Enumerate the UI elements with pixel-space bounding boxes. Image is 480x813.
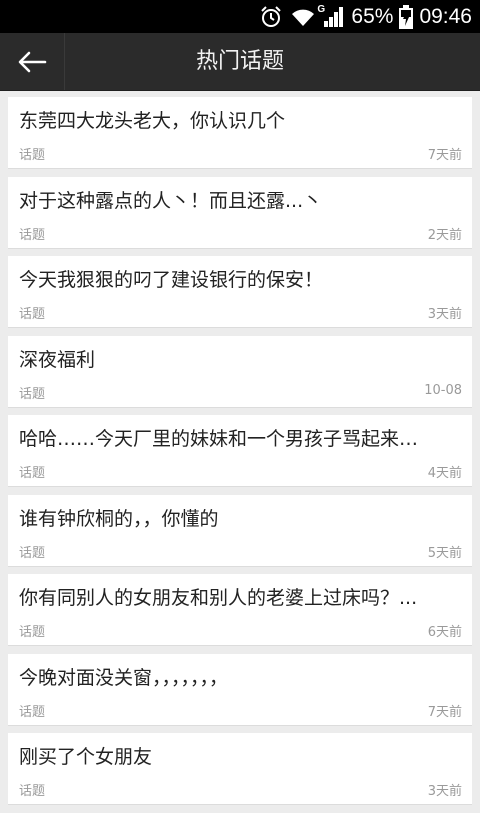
- topic-time: 3天前: [427, 307, 462, 322]
- status-time: 09:46: [419, 4, 472, 28]
- topic-title: 哈哈……今天厂里的妹妹和一个男孩子骂起来…: [19, 428, 419, 450]
- topic-time: 2天前: [427, 227, 462, 243]
- topic-tag: 话题: [19, 625, 46, 640]
- topic-time: 7天前: [427, 148, 462, 163]
- alarm-icon: [259, 5, 283, 29]
- topic-time: 5天前: [427, 545, 462, 561]
- topic-title: 你有同别人的女朋友和别人的老婆上过床吗？...: [19, 587, 418, 609]
- topic-item[interactable]: 深夜福利 话题 10-08: [8, 335, 472, 408]
- topic-item[interactable]: 谁有钟欣桐的，，你懂的 话题 5天前: [8, 494, 472, 567]
- battery-percent: 65%: [351, 4, 394, 28]
- topic-title: 对于这种露点的人丶！而且还露...丶: [19, 189, 323, 212]
- topic-item[interactable]: 哈哈……今天厂里的妹妹和一个男孩子骂起来… 话题 4天前: [8, 415, 472, 487]
- topic-tag: 话题: [19, 466, 46, 481]
- topic-tag: 话题: [19, 307, 46, 322]
- topic-tag: 话题: [19, 386, 46, 402]
- topic-time: 4天前: [427, 466, 462, 481]
- topic-title: 今晚对面没关窗，，，，，，，: [19, 666, 229, 689]
- topic-list: 东莞四大龙头老大，你认识几个 话题 7天前 对于这种露点的人丶！而且还露...丶…: [8, 97, 472, 813]
- battery-charging-icon: [399, 4, 414, 29]
- topic-title: 今天我狠狠的叼了建设银行的保安！: [19, 269, 324, 291]
- network-type-label: G: [317, 3, 326, 15]
- topic-time: 3天前: [427, 784, 462, 799]
- signal-icon: G: [317, 4, 345, 28]
- topic-title: 刚买了个女朋友: [19, 746, 153, 768]
- topic-tag: 话题: [19, 148, 46, 163]
- topic-item[interactable]: 对于这种露点的人丶！而且还露...丶 话题 2天前: [8, 176, 472, 249]
- topic-time: 7天前: [427, 704, 462, 720]
- topic-title: 东莞四大龙头老大，你认识几个: [19, 110, 286, 132]
- wifi-icon: [289, 6, 317, 28]
- topic-title: 深夜福利: [19, 348, 96, 371]
- topic-tag: 话题: [19, 545, 46, 561]
- topic-time: 6天前: [427, 625, 462, 640]
- topic-item[interactable]: 你有同别人的女朋友和别人的老婆上过床吗？... 话题 6天前: [8, 574, 472, 646]
- app-bar: 热门话题: [0, 33, 480, 91]
- topic-tag: 话题: [19, 784, 46, 799]
- topic-tag: 话题: [19, 704, 46, 720]
- topic-item[interactable]: 东莞四大龙头老大，你认识几个 话题 7天前: [8, 97, 472, 169]
- topic-item[interactable]: 今晚对面没关窗，，，，，，， 话题 7天前: [8, 653, 472, 726]
- topic-tag: 话题: [19, 227, 46, 243]
- topic-item[interactable]: 刚买了个女朋友 话题 3天前: [8, 733, 472, 805]
- topic-item[interactable]: 今天我狠狠的叼了建设银行的保安！ 话题 3天前: [8, 256, 472, 328]
- page-title: 热门话题: [195, 49, 284, 74]
- status-icons: G 65% 09:46: [259, 0, 472, 33]
- topic-time: 10-08: [424, 382, 462, 398]
- topic-title: 谁有钟欣桐的，，你懂的: [19, 507, 219, 530]
- status-bar: G 65% 09:46: [0, 0, 480, 33]
